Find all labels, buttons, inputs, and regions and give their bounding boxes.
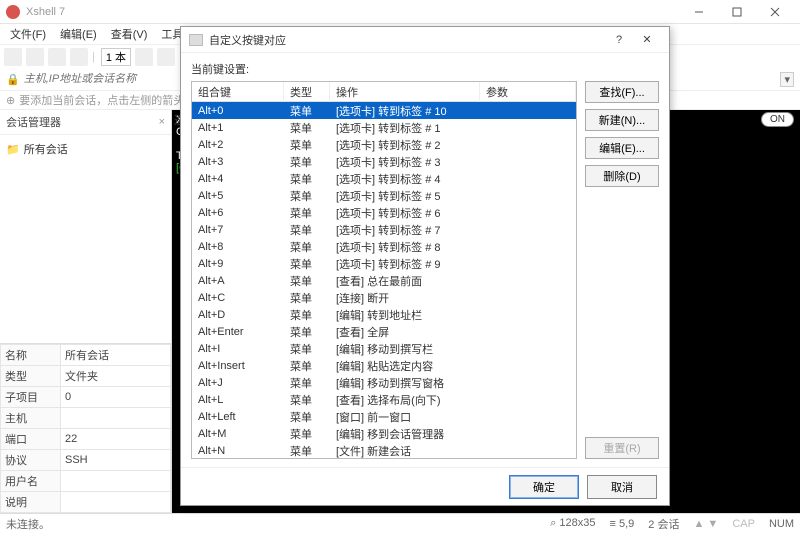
menu-item[interactable]: 文件(F): [4, 24, 52, 44]
session-tree[interactable]: 📁 所有会话: [0, 135, 171, 343]
property-row: 子项目0: [1, 387, 171, 408]
col-key[interactable]: 组合键: [192, 82, 284, 102]
col-type[interactable]: 类型: [284, 82, 330, 102]
key-row[interactable]: Alt+0菜单[选项卡] 转到标签 # 10: [192, 102, 576, 119]
menu-item[interactable]: 编辑(E): [54, 24, 103, 44]
ok-button[interactable]: 确定: [509, 475, 579, 499]
app-icon: [6, 5, 20, 19]
toolbar-button[interactable]: [26, 48, 44, 66]
page-count[interactable]: 1 本: [101, 48, 131, 66]
key-row[interactable]: Alt+A菜单[查看] 总在最前面: [192, 272, 576, 289]
key-mapping-dialog: 自定义按键对应 ? ✕ 当前键设置: 组合键 类型 操作 参数 Alt+0菜单[…: [180, 26, 670, 506]
dialog-close-button[interactable]: ✕: [633, 33, 661, 46]
list-header: 组合键 类型 操作 参数: [192, 82, 576, 102]
session-panel-title: 会话管理器: [6, 114, 61, 130]
lock-icon: 🔒: [6, 73, 20, 86]
edit-button[interactable]: 编辑(E)...: [585, 137, 659, 159]
cancel-button[interactable]: 取消: [587, 475, 657, 499]
key-row[interactable]: Alt+1菜单[选项卡] 转到标签 # 1: [192, 119, 576, 136]
toolbar-button[interactable]: [135, 48, 153, 66]
property-row: 名称所有会话: [1, 345, 171, 366]
key-row[interactable]: Alt+C菜单[连接] 断开: [192, 289, 576, 306]
key-row[interactable]: Alt+J菜单[编辑] 移动到撰写窗格: [192, 374, 576, 391]
session-manager-panel: 会话管理器 × 📁 所有会话 名称所有会话类型文件夹子项目0主机端口22协议SS…: [0, 110, 172, 513]
title-bar: Xshell 7: [0, 0, 800, 24]
minimize-button[interactable]: [680, 0, 718, 24]
key-list: 组合键 类型 操作 参数 Alt+0菜单[选项卡] 转到标签 # 10Alt+1…: [191, 81, 577, 459]
panel-close-icon[interactable]: ×: [159, 116, 165, 128]
status-updown-icon: ▲ ▼: [693, 518, 718, 530]
status-cursor: ≡ 5,9: [610, 518, 635, 530]
find-button[interactable]: 查找(F)...: [585, 81, 659, 103]
dialog-titlebar: 自定义按键对应 ? ✕: [181, 27, 669, 53]
key-row[interactable]: Alt+Enter菜单[查看] 全屏: [192, 323, 576, 340]
close-button[interactable]: [756, 0, 794, 24]
help-button[interactable]: ?: [605, 34, 633, 46]
properties-grid: 名称所有会话类型文件夹子项目0主机端口22协议SSH用户名说明: [0, 343, 171, 513]
address-dropdown[interactable]: ▾: [780, 72, 794, 87]
col-action[interactable]: 操作: [330, 82, 480, 102]
tree-root-label: 所有会话: [24, 141, 68, 157]
toolbar-button[interactable]: [48, 48, 66, 66]
toolbar-button[interactable]: [157, 48, 175, 66]
property-row: 主机: [1, 408, 171, 429]
col-param[interactable]: 参数: [480, 82, 576, 102]
property-row: 类型文件夹: [1, 366, 171, 387]
key-row[interactable]: Alt+Left菜单[窗口] 前一窗口: [192, 408, 576, 425]
status-cap: CAP: [732, 518, 755, 530]
maximize-button[interactable]: [718, 0, 756, 24]
list-label: 当前键设置:: [191, 61, 577, 77]
key-row[interactable]: Alt+9菜单[选项卡] 转到标签 # 9: [192, 255, 576, 272]
dialog-side-buttons: 查找(F)... 新建(N)... 编辑(E)... 删除(D) 重置(R): [585, 61, 659, 459]
key-row[interactable]: Alt+6菜单[选项卡] 转到标签 # 6: [192, 204, 576, 221]
delete-button[interactable]: 删除(D): [585, 165, 659, 187]
app-title: Xshell 7: [26, 6, 680, 18]
key-row[interactable]: Alt+3菜单[选项卡] 转到标签 # 3: [192, 153, 576, 170]
key-row[interactable]: Alt+2菜单[选项卡] 转到标签 # 2: [192, 136, 576, 153]
key-row[interactable]: Alt+D菜单[编辑] 转到地址栏: [192, 306, 576, 323]
status-size: ⌕ 128x35: [550, 517, 595, 530]
toolbar-button[interactable]: [4, 48, 22, 66]
property-row: 说明: [1, 492, 171, 513]
key-row[interactable]: Alt+4菜单[选项卡] 转到标签 # 4: [192, 170, 576, 187]
status-num: NUM: [769, 518, 794, 530]
property-row: 用户名: [1, 471, 171, 492]
key-row[interactable]: Alt+7菜单[选项卡] 转到标签 # 7: [192, 221, 576, 238]
property-row: 端口22: [1, 429, 171, 450]
menu-item[interactable]: 查看(V): [105, 24, 154, 44]
folder-icon: 📁: [6, 143, 20, 156]
plus-icon[interactable]: ⊕: [6, 94, 15, 107]
dialog-footer: 确定 取消: [181, 467, 669, 505]
dialog-icon: [189, 34, 203, 46]
status-bar: 未连接。 ⌕ 128x35 ≡ 5,9 2 会话 ▲ ▼ CAP NUM: [0, 513, 800, 533]
tree-root-item[interactable]: 📁 所有会话: [6, 141, 165, 157]
key-row[interactable]: Alt+I菜单[编辑] 移动到撰写栏: [192, 340, 576, 357]
key-row[interactable]: Alt+N菜单[文件] 新建会话: [192, 442, 576, 458]
new-button[interactable]: 新建(N)...: [585, 109, 659, 131]
property-row: 协议SSH: [1, 450, 171, 471]
key-row[interactable]: Alt+8菜单[选项卡] 转到标签 # 8: [192, 238, 576, 255]
key-row[interactable]: Alt+L菜单[查看] 选择布局(向下): [192, 391, 576, 408]
dialog-title: 自定义按键对应: [209, 32, 605, 48]
key-row[interactable]: Alt+M菜单[编辑] 移到会话管理器: [192, 425, 576, 442]
on-toggle[interactable]: ON: [761, 112, 794, 127]
status-connection: 未连接。: [6, 516, 50, 532]
reset-button[interactable]: 重置(R): [585, 437, 659, 459]
key-row[interactable]: Alt+5菜单[选项卡] 转到标签 # 5: [192, 187, 576, 204]
toolbar-button[interactable]: [70, 48, 88, 66]
status-sessions: 2 会话: [648, 516, 679, 532]
key-row[interactable]: Alt+Insert菜单[编辑] 粘贴选定内容: [192, 357, 576, 374]
